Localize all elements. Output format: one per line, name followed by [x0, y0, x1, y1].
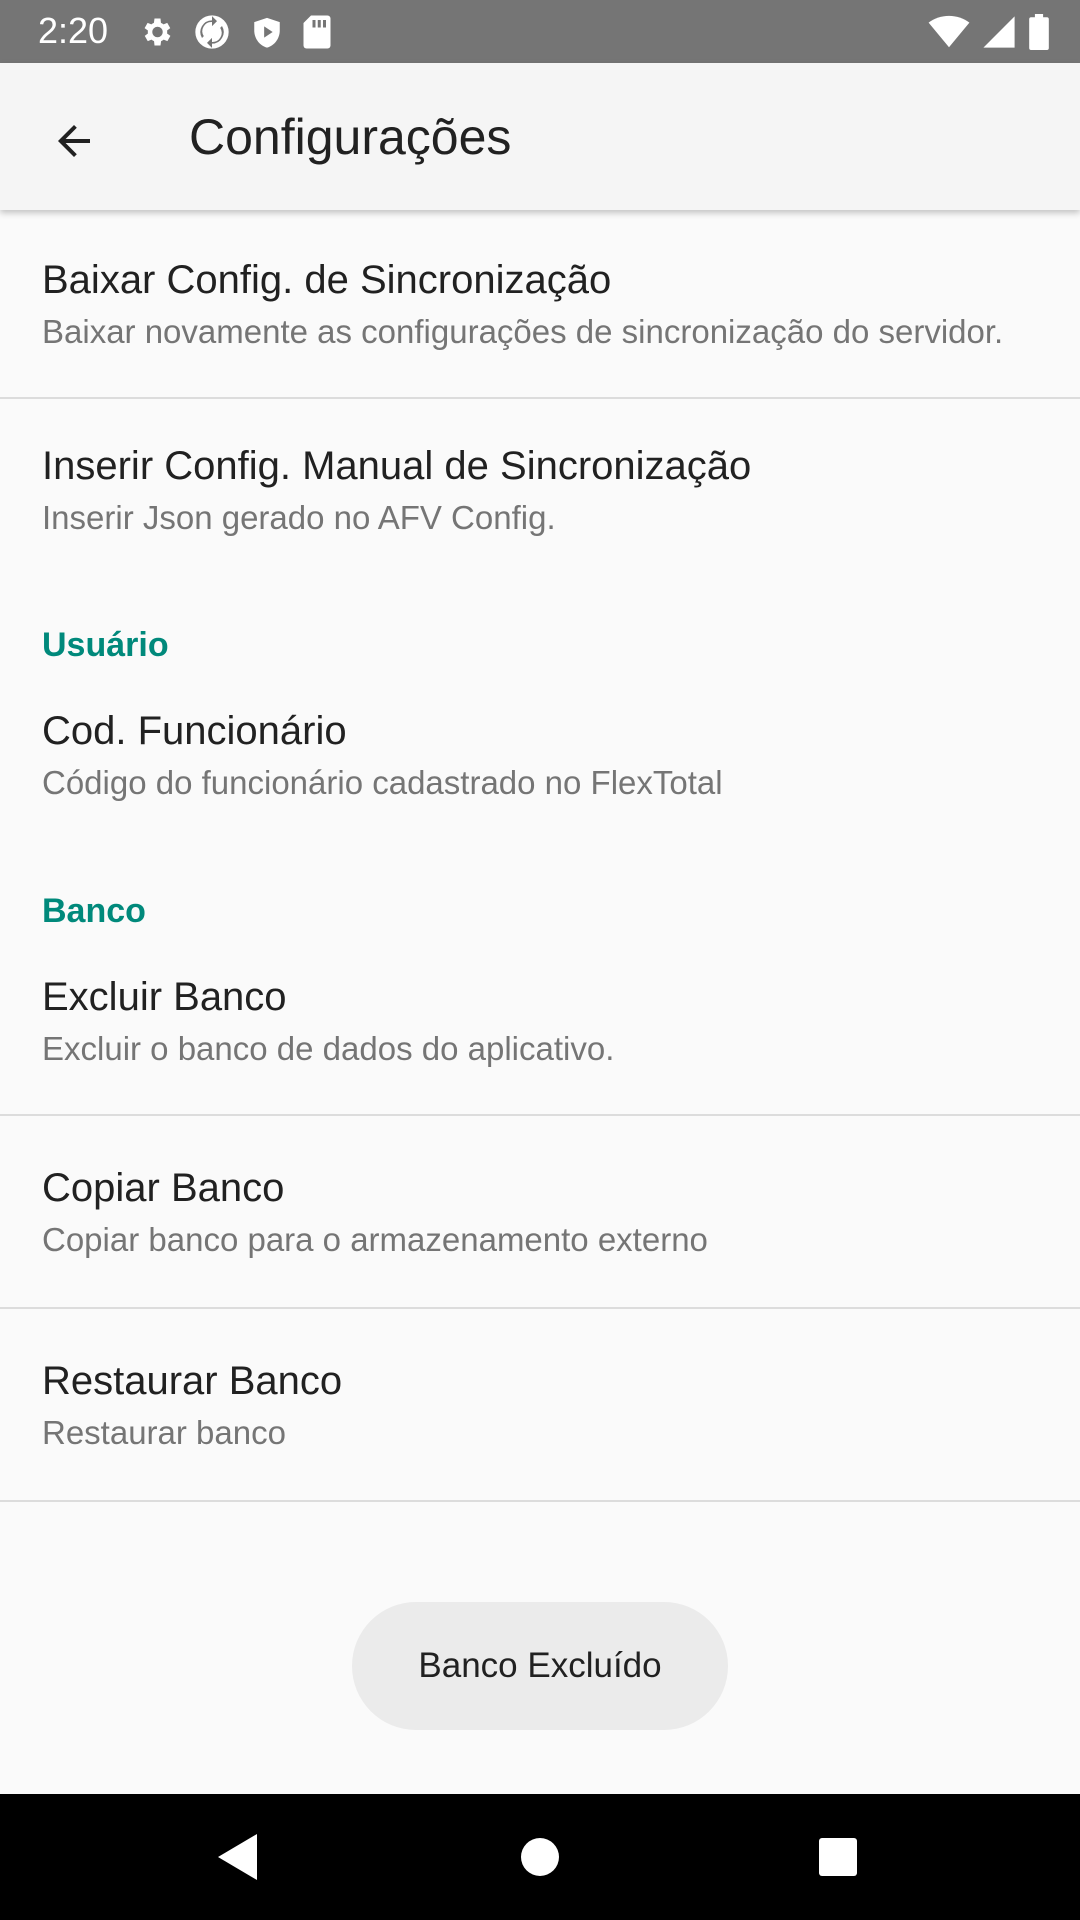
pref-title: Copiar Banco	[42, 1166, 285, 1210]
status-bar: 2:20	[0, 0, 1080, 63]
pref-summary: Restaurar banco	[42, 1414, 286, 1451]
pref-title: Inserir Config. Manual de Sincronização	[42, 444, 752, 488]
status-time: 2:20	[38, 10, 109, 51]
pref-title: Restaurar Banco	[42, 1359, 343, 1403]
nav-back-button[interactable]	[203, 1822, 273, 1892]
pref-summary: Excluir o banco de dados do aplicativo.	[42, 1030, 615, 1067]
pref-employee-code[interactable]: Cod. Funcionário Código do funcionário c…	[0, 687, 1080, 848]
shield-play-icon	[254, 17, 280, 48]
arrow-back-icon	[58, 125, 90, 157]
pref-summary: Copiar banco para o armazenamento extern…	[42, 1221, 708, 1258]
pref-restore-db[interactable]: Restaurar Banco Restaurar banco	[0, 1309, 1080, 1500]
app-bar: Configurações	[0, 63, 1080, 210]
nav-back-icon	[218, 1834, 257, 1880]
pref-summary: Inserir Json gerado no AFV Config.	[42, 499, 556, 536]
signal-icon	[983, 16, 1015, 48]
toast-message: Banco Excluído	[352, 1602, 728, 1730]
pref-title: Excluir Banco	[42, 975, 287, 1019]
status-system-icons	[928, 12, 1050, 52]
pref-title: Baixar Config. de Sincronização	[42, 258, 612, 302]
pref-summary: Baixar novamente as configurações de sin…	[42, 313, 1004, 350]
pref-sync-download[interactable]: Baixar Config. de Sincronização Baixar n…	[0, 210, 1080, 397]
wifi-icon	[928, 15, 970, 48]
sync-icon	[195, 15, 229, 49]
divider	[0, 1500, 1080, 1502]
category-database: Banco	[42, 892, 146, 930]
nav-recents-icon	[819, 1838, 857, 1876]
page-title: Configurações	[189, 109, 512, 165]
nav-home-icon	[521, 1838, 559, 1876]
nav-home-button[interactable]	[505, 1822, 575, 1892]
pref-sync-manual[interactable]: Inserir Config. Manual de Sincronização …	[0, 399, 1080, 583]
category-user: Usuário	[42, 626, 169, 664]
status-notification-icons	[138, 12, 332, 52]
preferences-list: Baixar Config. de Sincronização Baixar n…	[0, 210, 1080, 1502]
battery-icon	[1029, 14, 1049, 50]
back-button[interactable]	[38, 105, 110, 177]
pref-summary: Código do funcionário cadastrado no Flex…	[42, 764, 723, 801]
pref-copy-db[interactable]: Copiar Banco Copiar banco para o armazen…	[0, 1116, 1080, 1307]
navigation-bar	[0, 1794, 1080, 1920]
pref-delete-db[interactable]: Excluir Banco Excluir o banco de dados d…	[0, 953, 1080, 1114]
sd-card-icon	[303, 15, 331, 49]
nav-recents-button[interactable]	[803, 1822, 873, 1892]
pref-title: Cod. Funcionário	[42, 709, 347, 753]
settings-icon	[144, 18, 171, 46]
